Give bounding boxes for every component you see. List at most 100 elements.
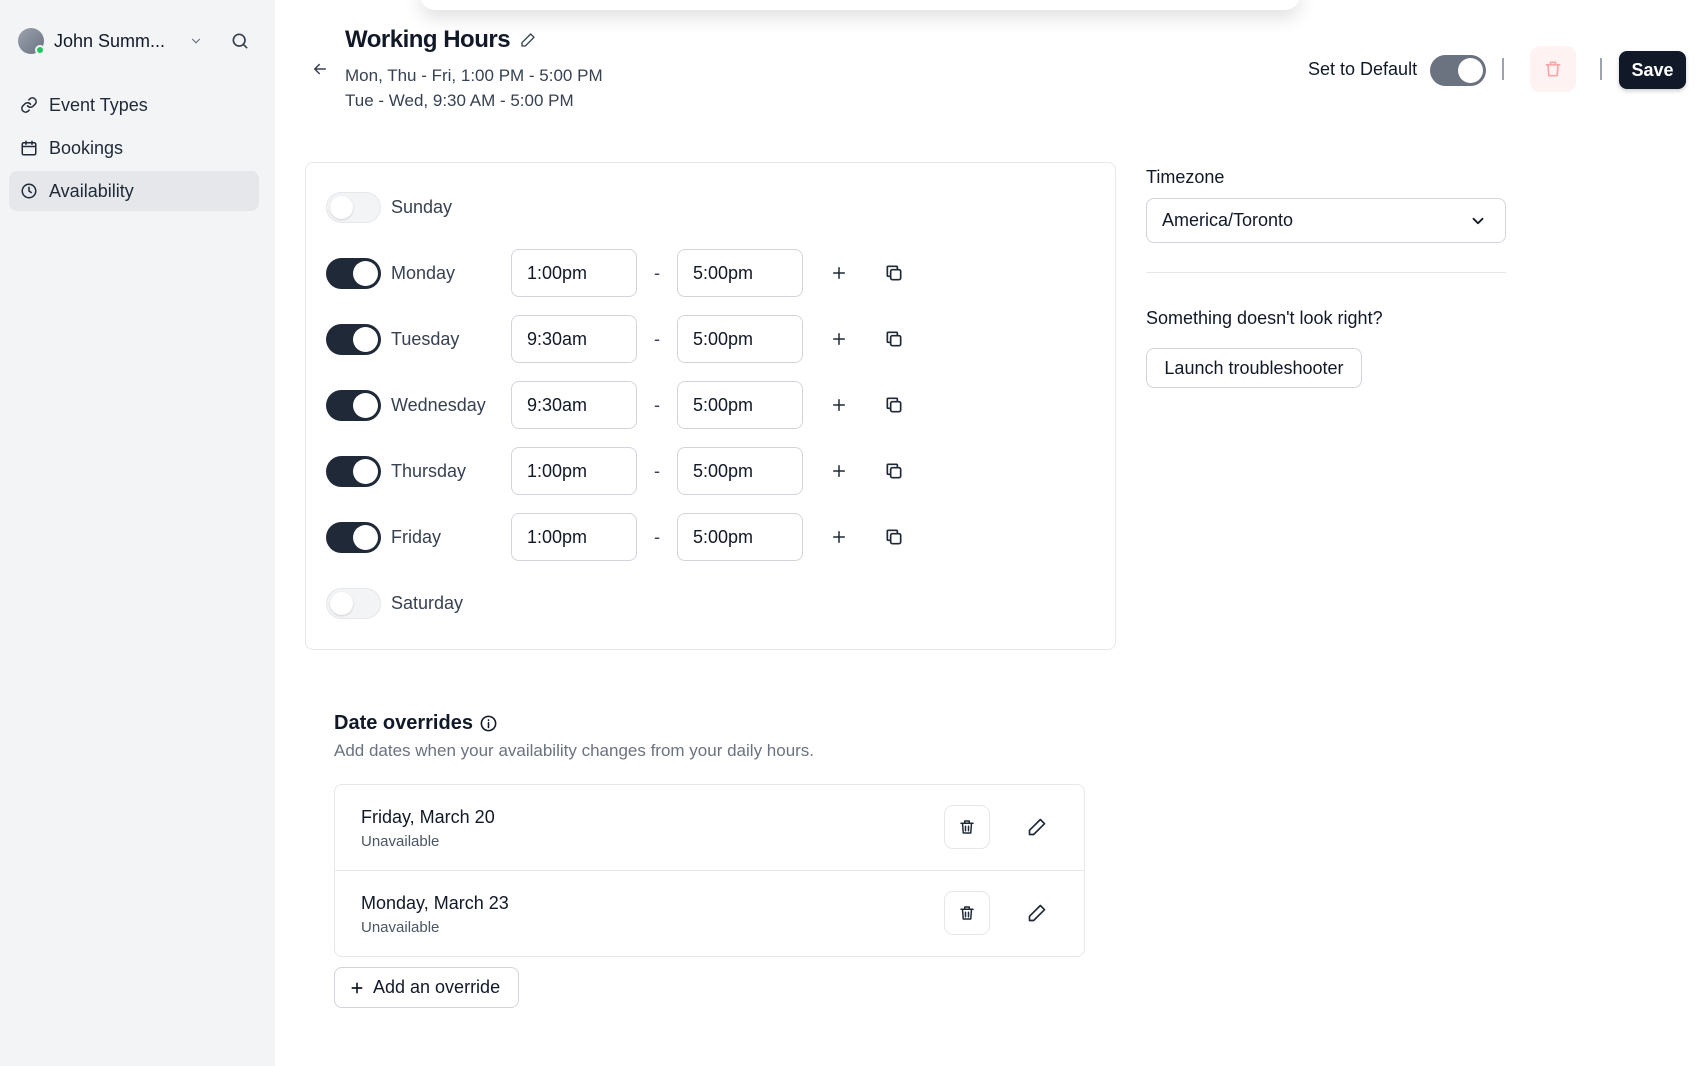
- add-override-label: Add an override: [373, 977, 501, 997]
- add-override-button[interactable]: Add an override: [334, 967, 519, 1008]
- toggle-knob: [1458, 58, 1483, 83]
- day-toggle[interactable]: [326, 257, 381, 289]
- day-row-thursday: Thursday 1:00pm - 5:00pm: [326, 447, 906, 495]
- save-button[interactable]: Save: [1619, 51, 1686, 89]
- day-label: Wednesday: [391, 394, 486, 415]
- schedule-summary: Mon, Thu - Fri, 1:00 PM - 5:00 PM Tue - …: [345, 63, 603, 113]
- set-default-label: Set to Default: [1308, 59, 1418, 79]
- day-toggle[interactable]: [326, 455, 381, 487]
- time-separator: -: [654, 526, 660, 547]
- section-divider: [1146, 272, 1506, 273]
- chevron-down-icon[interactable]: [188, 33, 204, 49]
- trash-icon: [960, 906, 974, 920]
- end-time-select[interactable]: 5:00pm: [677, 513, 803, 561]
- plus-icon[interactable]: [827, 525, 851, 549]
- sidebar-item-availability[interactable]: Availability: [9, 171, 259, 211]
- start-time-select[interactable]: 9:30am: [511, 315, 637, 363]
- toggle-knob: [353, 524, 378, 550]
- pencil-icon[interactable]: [1025, 901, 1049, 925]
- sidebar-item-event-types[interactable]: Event Types: [9, 85, 259, 125]
- toggle-knob: [353, 326, 378, 352]
- day-toggle[interactable]: [326, 521, 381, 553]
- pencil-icon[interactable]: [1025, 815, 1049, 839]
- override-status: Unavailable: [361, 919, 440, 936]
- day-row-tuesday: Tuesday 9:30am - 5:00pm: [326, 315, 906, 363]
- override-status: Unavailable: [361, 833, 440, 850]
- delete-override-button[interactable]: [944, 891, 990, 935]
- sidebar-item-label: Event Types: [49, 94, 148, 115]
- day-row-wednesday: Wednesday 9:30am - 5:00pm: [326, 381, 906, 429]
- sidebar-nav: Event Types Bookings Availability: [9, 85, 259, 214]
- delete-override-button[interactable]: [944, 805, 990, 849]
- start-time-select[interactable]: 1:00pm: [511, 513, 637, 561]
- info-icon[interactable]: [479, 714, 499, 734]
- day-toggle[interactable]: [326, 389, 381, 421]
- end-time-select[interactable]: 5:00pm: [677, 447, 803, 495]
- avatar: [18, 28, 45, 55]
- calendar-icon: [19, 138, 39, 158]
- title-row: Working Hours: [345, 26, 538, 54]
- launch-troubleshooter-button[interactable]: Launch troubleshooter: [1146, 348, 1362, 388]
- set-default-toggle[interactable]: [1430, 55, 1486, 86]
- override-date: Monday, March 23: [361, 893, 509, 913]
- end-time-select[interactable]: 5:00pm: [677, 381, 803, 429]
- start-time-select[interactable]: 1:00pm: [511, 249, 637, 297]
- time-separator: -: [654, 262, 660, 283]
- timezone-value: America/Toronto: [1162, 210, 1294, 230]
- day-toggle[interactable]: [326, 587, 381, 619]
- schedule-summary-line: Tue - Wed, 9:30 AM - 5:00 PM: [345, 91, 574, 110]
- day-row-saturday: Saturday: [326, 579, 511, 627]
- date-overrides-header: Date overrides: [334, 712, 499, 735]
- toggle-knob: [353, 260, 378, 286]
- troubleshooter-question: Something doesn't look right?: [1146, 308, 1383, 328]
- day-toggle[interactable]: [326, 323, 381, 355]
- online-status-dot: [35, 45, 45, 55]
- sidebar-item-label: Bookings: [49, 137, 124, 158]
- plus-icon[interactable]: [827, 327, 851, 351]
- list-item: Friday, March 20 Unavailable: [335, 785, 1084, 871]
- toggle-knob: [353, 392, 378, 418]
- chevron-down-icon: [1469, 212, 1487, 230]
- trash-icon: [1545, 61, 1561, 77]
- start-time-select[interactable]: 9:30am: [511, 381, 637, 429]
- user-menu[interactable]: John Summ...: [18, 26, 258, 56]
- day-label: Tuesday: [391, 328, 460, 349]
- toggle-knob: [330, 195, 353, 219]
- list-item: Monday, March 23 Unavailable: [335, 871, 1084, 957]
- pencil-icon[interactable]: [520, 31, 538, 49]
- trash-icon: [960, 820, 974, 834]
- day-label: Saturday: [391, 592, 464, 613]
- schedule-summary-line: Mon, Thu - Fri, 1:00 PM - 5:00 PM: [345, 66, 603, 85]
- copy-icon[interactable]: [882, 327, 906, 351]
- start-time-select[interactable]: 1:00pm: [511, 447, 637, 495]
- sidebar-item-label: Availability: [49, 180, 134, 201]
- time-separator: -: [654, 460, 660, 481]
- sidebar-item-bookings[interactable]: Bookings: [9, 128, 259, 168]
- timezone-label: Timezone: [1146, 167, 1225, 187]
- day-label: Thursday: [391, 460, 467, 481]
- date-overrides-title: Date overrides: [334, 712, 473, 734]
- page-title: Working Hours: [345, 26, 511, 53]
- toggle-knob: [330, 591, 353, 615]
- back-arrow-icon[interactable]: [309, 58, 331, 80]
- override-date: Friday, March 20: [361, 807, 495, 827]
- copy-icon[interactable]: [882, 261, 906, 285]
- sidebar: John Summ... Event Types Bookings Availa…: [0, 0, 275, 1066]
- date-overrides-list: Friday, March 20 Unavailable Monday, Mar…: [334, 784, 1085, 957]
- copy-icon[interactable]: [882, 525, 906, 549]
- delete-schedule-button[interactable]: [1530, 46, 1576, 92]
- plus-icon[interactable]: [827, 261, 851, 285]
- plus-icon[interactable]: [827, 393, 851, 417]
- plus-icon: [349, 980, 365, 996]
- search-icon[interactable]: [228, 29, 252, 53]
- day-toggle[interactable]: [326, 191, 381, 223]
- weekly-schedule: Sunday Monday 1:00pm - 5:00pm Tuesday 9:…: [305, 162, 1116, 650]
- link-icon: [19, 95, 39, 115]
- copy-icon[interactable]: [882, 393, 906, 417]
- end-time-select[interactable]: 5:00pm: [677, 315, 803, 363]
- copy-icon[interactable]: [882, 459, 906, 483]
- end-time-select[interactable]: 5:00pm: [677, 249, 803, 297]
- divider: [1502, 58, 1504, 80]
- timezone-select[interactable]: America/Toronto: [1146, 198, 1506, 243]
- plus-icon[interactable]: [827, 459, 851, 483]
